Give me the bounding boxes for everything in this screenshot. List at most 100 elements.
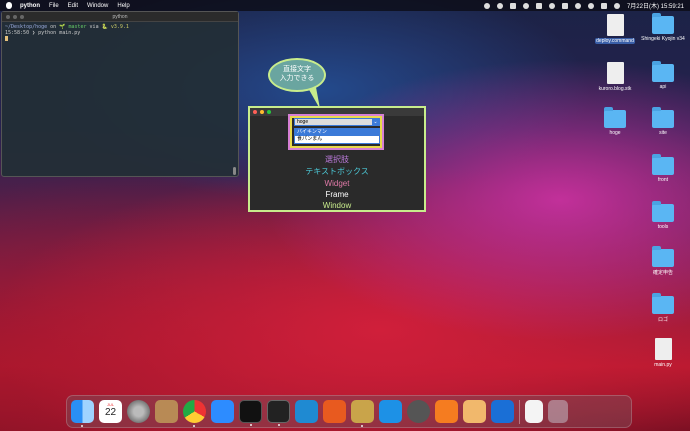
desktop-icon-label: kuroro.blog.stk [598,86,632,92]
quicktime-icon[interactable] [407,400,430,423]
preview-icon[interactable] [463,400,486,423]
menu-window[interactable]: Window [87,3,108,9]
status-icon-5[interactable] [535,2,542,9]
folder-icon [652,154,674,175]
desktop-icon-label: api [659,84,667,90]
desktop-icon-front[interactable]: front [638,154,688,183]
calendar-day: 22 [104,407,117,418]
wifi-icon[interactable] [574,2,581,9]
desktop-icon-tools[interactable]: tools [638,201,688,230]
document-icon[interactable] [525,400,543,423]
callout-bubble: 直接文字 入力できる [268,58,326,92]
battery-icon[interactable] [561,2,568,9]
desktop-icon-label: deploy.command [595,38,635,44]
desktop-icon-label: site [659,130,667,136]
combobox-dropdown[interactable]: バイキンマン 食パンまん [294,128,380,144]
menu-bar: python File Edit Window Help 7月22日(木) 15… [0,0,690,11]
desktop-icon-label: 確定申告 [652,270,673,276]
combobox-value[interactable]: hoge [297,119,308,125]
status-icon-4[interactable] [522,2,529,9]
label-window: Window [322,201,352,210]
desktop-icon-label: ロゴ [657,317,668,323]
desktop-icon-site[interactable]: site [638,107,688,136]
system-preferences-icon[interactable] [127,400,150,423]
chevron-down-icon[interactable]: ⌄ [372,119,379,125]
terminal-title: python [112,13,128,20]
desktop-icon-kuroro[interactable]: kuroro.blog.stk [590,62,640,92]
tk-minimize-button[interactable] [260,110,264,114]
control-center-icon[interactable] [600,2,607,9]
menu-app-python[interactable]: python [20,3,40,9]
chrome-icon[interactable] [183,400,206,427]
desktop-icon-deploy[interactable]: deploy.command [590,14,640,44]
terminal-window[interactable]: python ~/Desktop/hoge on 🌱 master via 🐍 … [1,11,239,177]
desktop-icon-label: tools [657,224,669,230]
zoom-icon[interactable] [211,400,234,423]
folder-icon [604,107,626,128]
tk-window[interactable]: hoge ⌄ バイキンマン 食パンまん 選択肢 テキストボックス Widget … [248,106,426,212]
desktop-icon-hoge[interactable]: hoge [590,107,640,136]
label-widget: Widget [324,179,350,188]
label-textbox: テキストボックス [305,167,369,176]
label-choice: 選択肢 [325,155,349,164]
calendar-icon[interactable]: JUL 22 [99,400,122,423]
terminal-scrollbar[interactable] [233,167,236,175]
desktop-icon-tax[interactable]: 確定申告 [638,246,688,276]
tk-zoom-button[interactable] [267,110,271,114]
status-icon-3[interactable] [509,2,516,9]
search-icon[interactable] [587,2,594,9]
terminal-time: 15:58:50 [5,30,30,36]
status-icon-2[interactable] [496,2,503,9]
dock: JUL 22 [66,395,632,428]
desktop-icon-mainpy[interactable]: main.py [638,338,688,368]
folder-icon [652,61,674,82]
document-icon [606,62,624,84]
tk-close-button[interactable] [253,110,257,114]
folder-icon [652,201,674,222]
menu-clock[interactable]: 7月22日(木) 15:59:21 [627,1,684,10]
trash-icon[interactable] [548,400,568,423]
sourcetree-icon[interactable] [435,400,458,423]
menu-file[interactable]: File [49,3,59,9]
finder-icon[interactable] [71,400,94,427]
contacts-icon[interactable] [155,400,178,423]
desktop-icon-label: front [657,177,668,183]
python-launcher-icon[interactable] [351,400,374,427]
activity-icon[interactable] [323,400,346,423]
vscode-icon[interactable] [295,400,318,423]
siri-icon[interactable] [613,2,620,9]
label-frame: Frame [325,190,349,199]
terminal-via: via [89,24,99,30]
terminal-output[interactable]: ~/Desktop/hoge on 🌱 master via 🐍 v3.9.1 … [2,22,238,45]
desktop-icon-label: Shingeki Kyojin v34 [641,36,685,42]
terminal-command: ❯ python main.py [32,30,81,36]
terminal-titlebar[interactable]: python [2,12,238,22]
terminal-icon[interactable] [239,400,262,426]
status-area: 7月22日(木) 15:59:21 [483,1,684,10]
desktop-icon-label: hoge [609,130,621,136]
docker-icon[interactable] [379,400,402,423]
terminal-cursor [5,36,8,41]
combobox[interactable]: hoge ⌄ [294,118,380,126]
infinity-icon[interactable] [491,400,514,423]
combobox-option[interactable]: バイキンマン [295,129,379,136]
bluetooth-icon[interactable] [548,2,555,9]
apple-icon[interactable] [6,2,12,9]
terminal-alt-icon[interactable] [267,400,290,426]
menu-edit[interactable]: Edit [68,3,78,9]
combobox-option[interactable]: 食パンまん [295,136,379,143]
status-icon-1[interactable] [483,2,490,9]
folder-icon [652,107,674,128]
callout-line-2: 入力できる [279,75,315,82]
desktop-icon-shingeki[interactable]: Shingeki Kyojin v34 [638,13,688,42]
desktop-icon-logo[interactable]: ロゴ [638,293,688,323]
folder-icon [652,13,674,34]
folder-icon [652,293,674,314]
desktop-icon-label: main.py [654,362,672,368]
terminal-python-version: 🐍 v3.9.1 [101,24,129,30]
dock-separator [519,399,520,424]
menu-help[interactable]: Help [117,3,129,9]
callout-line-1: 直接文字 [283,66,311,73]
document-icon [606,14,624,36]
desktop-icon-api[interactable]: api [638,61,688,90]
